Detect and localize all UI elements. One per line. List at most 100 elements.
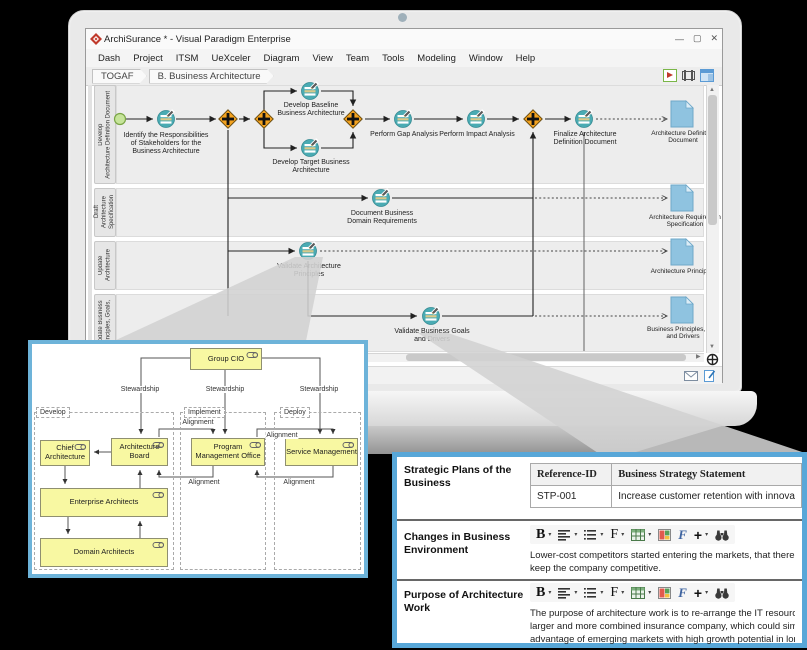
orgbox-label: Domain Architects xyxy=(74,548,134,557)
caret-icon[interactable]: ▾ xyxy=(621,531,624,538)
task-label[interactable]: Document Business Domain Requirements xyxy=(342,210,422,226)
vertical-scrollbar-thumb[interactable] xyxy=(708,95,717,225)
breadcrumb-business-architecture[interactable]: B. Business Architecture xyxy=(149,69,274,84)
pan-tool-icon[interactable] xyxy=(706,353,719,366)
script-icon[interactable]: F xyxy=(678,527,687,543)
minimize-button[interactable]: — xyxy=(675,34,684,44)
bold-button[interactable]: B xyxy=(536,586,545,600)
orgbox-label: Enterprise Architects xyxy=(70,498,139,507)
relation-label-alignment: Alignment xyxy=(187,479,220,486)
table-icon[interactable] xyxy=(631,529,645,541)
caret-icon[interactable]: ▾ xyxy=(621,589,624,596)
group-implement[interactable] xyxy=(180,412,266,570)
table-cell-reference-id[interactable]: STP-001 xyxy=(531,486,612,508)
panel-view-icon[interactable] xyxy=(700,69,714,82)
caret-icon[interactable]: ▾ xyxy=(705,589,708,596)
caret-icon[interactable]: ▾ xyxy=(648,589,651,596)
visual-paradigm-logo-icon xyxy=(90,33,102,45)
doc-row-label: Purpose of Architecture Work xyxy=(404,589,526,614)
binoculars-icon[interactable] xyxy=(715,587,729,599)
menu-item-window[interactable]: Window xyxy=(469,53,503,64)
caret-icon[interactable]: ▾ xyxy=(600,531,603,538)
doc-row-text[interactable]: The purpose of architecture work is to r… xyxy=(530,607,795,646)
menu-item-uexceler[interactable]: UeXceler xyxy=(211,53,250,64)
align-icon[interactable] xyxy=(558,587,571,599)
task-label[interactable]: Perform Impact Analysis xyxy=(431,131,523,139)
add-button[interactable]: + xyxy=(694,586,702,600)
group-label-implement: Implement xyxy=(184,407,225,418)
mail-icon[interactable] xyxy=(684,371,698,381)
font-button[interactable]: F xyxy=(610,586,618,600)
orgbox-service-management[interactable]: Service Management xyxy=(285,438,358,466)
doc-row-label: Strategic Plans of the Business xyxy=(404,464,526,489)
orgbox-group-cio[interactable]: Group CIO xyxy=(190,348,262,370)
lane-update-architecture[interactable] xyxy=(116,241,704,290)
scroll-right-icon[interactable]: ▶ xyxy=(696,354,701,360)
align-icon[interactable] xyxy=(558,529,571,541)
note-icon[interactable] xyxy=(704,369,716,382)
caret-icon[interactable]: ▾ xyxy=(548,589,551,596)
orgbox-architecture-board[interactable]: Architecture Board xyxy=(111,438,168,466)
bold-button[interactable]: B xyxy=(536,528,545,542)
menu-item-project[interactable]: Project xyxy=(133,53,163,64)
webcam-icon xyxy=(398,13,407,22)
table-header-strategy: Business Strategy Statement xyxy=(612,464,802,486)
business-role-icon xyxy=(152,441,165,449)
menu-item-dash[interactable]: Dash xyxy=(98,53,120,64)
image-icon[interactable] xyxy=(658,529,671,541)
lane-label: Develop Architecture Definition Document xyxy=(98,91,113,179)
group-label-deploy: Deploy xyxy=(280,407,310,418)
caret-icon[interactable]: ▾ xyxy=(548,531,551,538)
table-icon[interactable] xyxy=(631,587,645,599)
menu-item-team[interactable]: Team xyxy=(346,53,369,64)
doc-editor-inset: Strategic Plans of the Business Referenc… xyxy=(392,452,807,648)
table-cell-strategy[interactable]: Increase customer retention with innova xyxy=(612,486,802,508)
orgbox-chief-architecture[interactable]: Chief Architecture xyxy=(40,440,90,466)
layout-publish-icon[interactable] xyxy=(663,69,677,82)
menu-item-modeling[interactable]: Modeling xyxy=(417,53,456,64)
horizontal-scrollbar-thumb[interactable] xyxy=(406,354,686,361)
task-label[interactable]: Finalize Architecture Definition Documen… xyxy=(545,131,625,147)
strategy-table[interactable]: Reference-ID Business Strategy Statement… xyxy=(530,463,802,508)
breadcrumb-togaf[interactable]: TOGAF xyxy=(92,69,147,84)
lane-header-develop-add[interactable]: Develop Architecture Definition Document xyxy=(94,85,116,184)
caret-icon[interactable]: ▾ xyxy=(574,589,577,596)
text-line: larger and more combined insurance compa… xyxy=(530,620,795,633)
script-icon[interactable]: F xyxy=(678,585,687,601)
menu-item-itsm[interactable]: ITSM xyxy=(176,53,199,64)
caret-icon[interactable]: ▾ xyxy=(574,531,577,538)
lane-header-draft-spec[interactable]: Draft Architecture Specification xyxy=(94,188,116,237)
caret-icon[interactable]: ▾ xyxy=(600,589,603,596)
binoculars-icon[interactable] xyxy=(715,529,729,541)
menu-item-diagram[interactable]: Diagram xyxy=(264,53,300,64)
orgchart-inset: Develop Implement Deploy Group CIO Chief… xyxy=(28,340,368,578)
list-icon[interactable] xyxy=(584,529,597,541)
row-divider xyxy=(397,579,802,581)
fit-bounds-icon[interactable] xyxy=(681,69,696,82)
menu-item-tools[interactable]: Tools xyxy=(382,53,404,64)
close-button[interactable]: ✕ xyxy=(710,33,718,44)
orgbox-label: Group CIO xyxy=(208,355,244,364)
list-icon[interactable] xyxy=(584,587,597,599)
add-button[interactable]: + xyxy=(694,528,702,542)
task-label[interactable]: Develop Target Business Architecture xyxy=(270,159,352,175)
orgbox-enterprise-architects[interactable]: Enterprise Architects xyxy=(40,488,168,517)
text-line: keep the company competitive. xyxy=(530,562,795,575)
doc-row-text[interactable]: Lower-cost competitors started entering … xyxy=(530,549,795,575)
caret-icon[interactable]: ▾ xyxy=(648,531,651,538)
scroll-up-icon[interactable]: ▲ xyxy=(709,87,715,93)
orgbox-domain-architects[interactable]: Domain Architects xyxy=(40,538,168,567)
image-icon[interactable] xyxy=(658,587,671,599)
task-label[interactable]: Develop Baseline Business Architecture xyxy=(270,102,352,118)
font-button[interactable]: F xyxy=(610,528,618,542)
menu-bar: Dash Project ITSM UeXceler Diagram View … xyxy=(86,49,722,67)
menu-item-help[interactable]: Help xyxy=(516,53,536,64)
caret-icon[interactable]: ▾ xyxy=(705,531,708,538)
menu-item-view[interactable]: View xyxy=(312,53,332,64)
lane-header-update-arch[interactable]: Update Architecture xyxy=(94,241,116,290)
scroll-down-icon[interactable]: ▼ xyxy=(709,344,715,350)
title-bar: ArchiSurance * - Visual Paradigm Enterpr… xyxy=(86,29,722,50)
orgbox-program-management-office[interactable]: Program Management Office xyxy=(191,438,265,466)
task-label[interactable]: Identify the Responsibilities of Stakeho… xyxy=(122,132,210,156)
maximize-button[interactable]: ▢ xyxy=(693,33,702,44)
